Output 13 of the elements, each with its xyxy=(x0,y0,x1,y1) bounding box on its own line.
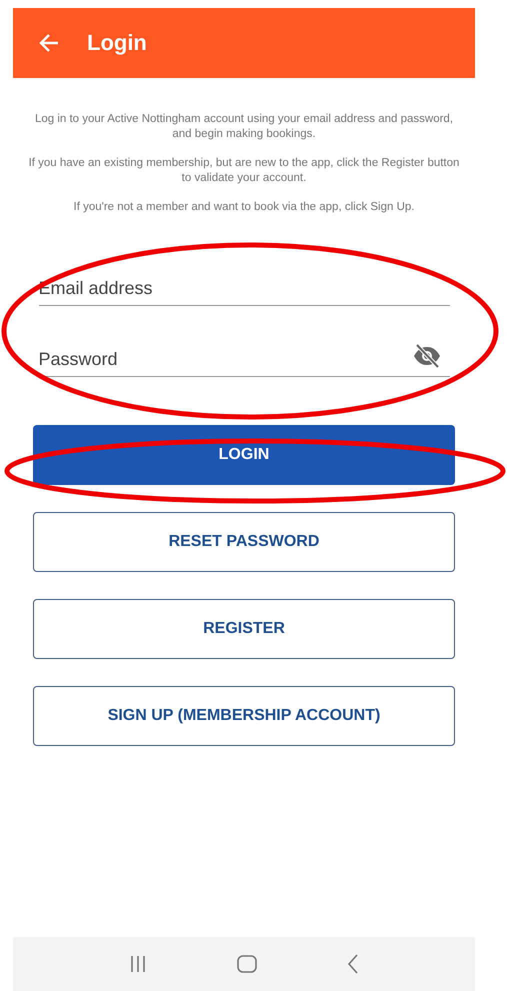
password-field[interactable]: Password xyxy=(38,349,450,376)
back-arrow-icon[interactable] xyxy=(39,33,59,53)
home-icon[interactable] xyxy=(236,955,257,973)
login-button[interactable]: LOGIN xyxy=(33,425,455,485)
intro-text: If you're not a member and want to book via the app, click Sign Up. xyxy=(72,200,416,215)
back-icon[interactable] xyxy=(346,954,360,974)
screen-title: Login xyxy=(87,30,147,56)
action-button[interactable]: REGISTER xyxy=(33,599,455,659)
eye-slash-icon[interactable] xyxy=(412,343,442,369)
action-button[interactable]: SIGN UP (MEMBERSHIP ACCOUNT) xyxy=(33,686,455,746)
intro-text: If you have an existing membership, but are new to the app, click the Register button to validate your account. xyxy=(28,156,460,186)
action-button[interactable]: RESET PASSWORD xyxy=(33,512,455,572)
intro-text: Log in to your Active Nottingham account using your email address and password, and begin making bookings. xyxy=(34,112,454,142)
